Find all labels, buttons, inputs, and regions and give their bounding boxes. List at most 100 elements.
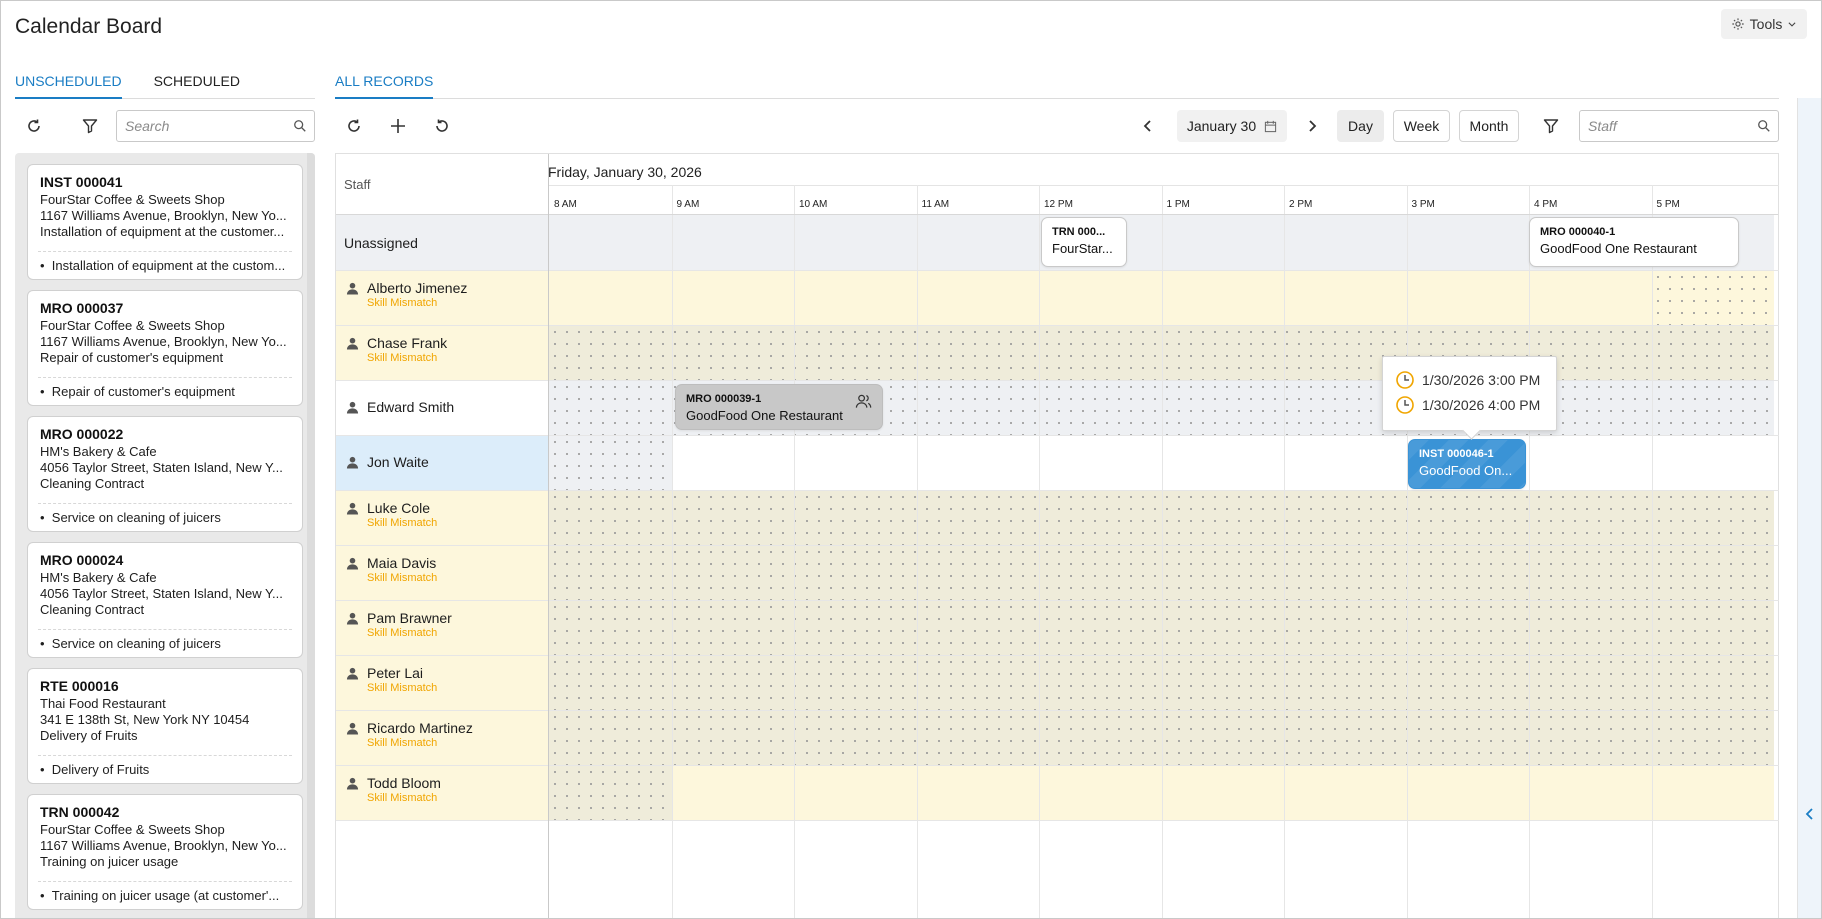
- view-day-button[interactable]: Day: [1337, 110, 1384, 142]
- timeline-row[interactable]: [549, 271, 1779, 326]
- divider: [38, 251, 292, 252]
- hour-label: 8 AM: [554, 199, 577, 210]
- staff-filter-button[interactable]: [1538, 113, 1564, 139]
- reset-button[interactable]: [429, 113, 455, 139]
- filter-button[interactable]: [77, 113, 103, 139]
- card-address: 1167 Williams Avenue, Brooklyn, New Yo..…: [40, 208, 287, 223]
- list-item[interactable]: MRO 000022 HM's Bakery & Cafe 4056 Taylo…: [27, 416, 303, 532]
- timeline-row[interactable]: [549, 326, 1779, 381]
- hour-gridline: [1651, 271, 1653, 325]
- staff-name: Peter Lai: [367, 665, 424, 681]
- event-name: GoodFood One Restaurant: [686, 408, 843, 423]
- view-week-button[interactable]: Week: [1393, 110, 1450, 142]
- staff-column-header: Staff: [344, 177, 371, 192]
- view-month-button[interactable]: Month: [1459, 110, 1519, 142]
- tools-button[interactable]: Tools: [1721, 9, 1807, 39]
- staff-name: Ricardo Martinez: [367, 720, 473, 736]
- timeline-row[interactable]: [549, 601, 1779, 656]
- hour-gridline: [1161, 656, 1163, 710]
- hour-gridline: [671, 711, 673, 765]
- list-item[interactable]: INST 000041 FourStar Coffee & Sweets Sho…: [27, 164, 303, 280]
- date-picker[interactable]: January 30: [1177, 110, 1287, 142]
- person-icon: [346, 612, 359, 625]
- staff-row[interactable]: Luke Cole Skill Mismatch: [336, 491, 548, 546]
- hour-gridline: [1529, 546, 1530, 600]
- hour-gridline: [1284, 546, 1285, 600]
- timeline-row[interactable]: [549, 436, 1779, 491]
- side-panel-toggle[interactable]: [1797, 98, 1821, 918]
- availability-segment: [549, 271, 1652, 325]
- hour-gridline: [1161, 821, 1163, 918]
- hour-gridline: [794, 271, 795, 325]
- hour-gridline: [916, 326, 918, 380]
- next-day-button[interactable]: [1300, 113, 1324, 139]
- staff-row[interactable]: Peter Lai Skill Mismatch: [336, 656, 548, 711]
- staff-row[interactable]: Pam Brawner Skill Mismatch: [336, 601, 548, 656]
- hour-gridline: [1529, 185, 1530, 214]
- staff-row[interactable]: Jon Waite: [336, 436, 548, 491]
- event-mro-000040[interactable]: MRO 000040-1 GoodFood One Restaurant: [1529, 217, 1739, 267]
- list-item[interactable]: RTE 000016 Thai Food Restaurant 341 E 13…: [27, 668, 303, 784]
- row-unassigned[interactable]: Unassigned: [336, 215, 548, 271]
- hour-gridline: [1161, 215, 1163, 270]
- hour-gridline: [1651, 711, 1653, 765]
- calendar-refresh-button[interactable]: [341, 113, 367, 139]
- staff-name: Maia Davis: [367, 555, 437, 571]
- previous-day-button[interactable]: [1136, 113, 1160, 139]
- staff-row[interactable]: Todd Bloom Skill Mismatch: [336, 766, 548, 821]
- person-icon: [346, 401, 359, 414]
- person-icon: [346, 777, 359, 790]
- card-id: RTE 000016: [40, 678, 119, 694]
- event-mro-000039[interactable]: MRO 000039-1 GoodFood One Restaurant: [675, 384, 883, 430]
- hour-label: 3 PM: [1411, 199, 1435, 210]
- card-address: 341 E 138th St, New York NY 10454: [40, 712, 250, 727]
- hour-gridline: [1529, 766, 1530, 820]
- row-name: Unassigned: [344, 235, 418, 251]
- divider: [38, 629, 292, 630]
- event-id: MRO 000040-1: [1540, 226, 1616, 238]
- hour-gridline: [916, 601, 918, 655]
- staff-row[interactable]: Edward Smith: [336, 381, 548, 436]
- hour-gridline: [1529, 491, 1530, 545]
- staff-row[interactable]: Chase Frank Skill Mismatch: [336, 326, 548, 381]
- hour-gridline: [1651, 656, 1653, 710]
- hour-gridline: [794, 601, 795, 655]
- availability-segment: [671, 766, 1774, 820]
- card-customer: FourStar Coffee & Sweets Shop: [40, 318, 225, 333]
- hour-gridline: [1161, 711, 1163, 765]
- timeline-row[interactable]: [549, 766, 1779, 821]
- hour-gridline: [671, 821, 673, 918]
- timeline-row[interactable]: [549, 491, 1779, 546]
- hour-gridline: [794, 326, 795, 380]
- calendar-grid: Staff Friday, January 30, 2026 8 AM 9 AM 1…: [335, 153, 1779, 918]
- event-name: FourStar...: [1052, 241, 1113, 256]
- add-button[interactable]: [385, 113, 411, 139]
- tab-scheduled[interactable]: SCHEDULED: [154, 67, 240, 99]
- staff-row[interactable]: Maia Davis Skill Mismatch: [336, 546, 548, 601]
- refresh-button[interactable]: [21, 113, 47, 139]
- staff-row[interactable]: Ricardo Martinez Skill Mismatch: [336, 711, 548, 766]
- staff-row[interactable]: Alberto Jimenez Skill Mismatch: [336, 271, 548, 326]
- hour-gridline: [1406, 711, 1408, 765]
- search-input[interactable]: Search: [116, 110, 315, 142]
- event-trn[interactable]: TRN 000... FourStar...: [1041, 217, 1127, 267]
- list-item[interactable]: MRO 000037 FourStar Coffee & Sweets Shop…: [27, 290, 303, 406]
- divider: [38, 503, 292, 504]
- timeline-row[interactable]: [549, 656, 1779, 711]
- timeline-row[interactable]: [549, 546, 1779, 601]
- list-scrollbar[interactable]: [307, 153, 315, 918]
- hour-gridline: [1406, 546, 1408, 600]
- hour-gridline: [671, 215, 673, 270]
- list-item[interactable]: MRO 000024 HM's Bakery & Cafe 4056 Taylo…: [27, 542, 303, 658]
- hour-gridline: [916, 185, 918, 214]
- hour-label: 1 PM: [1166, 199, 1190, 210]
- timeline-row[interactable]: [549, 711, 1779, 766]
- event-inst-000046[interactable]: INST 000046-1 GoodFood On...: [1408, 439, 1526, 489]
- tab-unscheduled[interactable]: UNSCHEDULED: [15, 67, 122, 99]
- list-item[interactable]: TRN 000042 FourStar Coffee & Sweets Shop…: [27, 794, 303, 910]
- staff-search-input[interactable]: Staff: [1579, 110, 1779, 142]
- staff-name: Edward Smith: [367, 399, 455, 415]
- hour-gridline: [794, 656, 795, 710]
- tools-label: Tools: [1749, 16, 1783, 32]
- tab-all-records[interactable]: ALL RECORDS: [335, 67, 434, 99]
